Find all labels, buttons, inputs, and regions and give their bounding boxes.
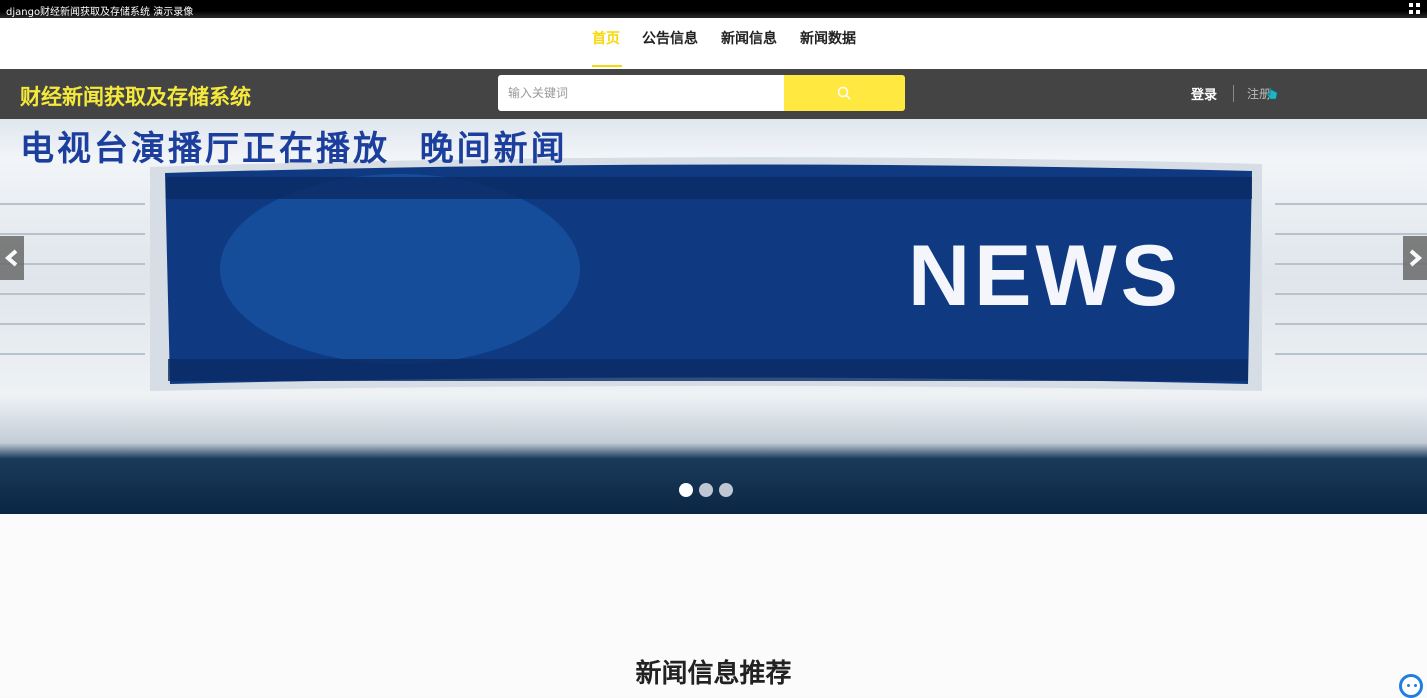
carousel-next-button[interactable] [1403,236,1427,280]
banner-image [0,157,1427,391]
chevron-left-icon [4,249,18,267]
header-divider [1233,85,1234,102]
banner-screen-text: NEWS [908,228,1182,324]
window-title-bar: django财经新闻获取及存储系统 演示录像 [0,0,1427,18]
carousel-dot-2[interactable] [699,483,713,497]
hand-cursor-icon [1266,87,1278,100]
fullscreen-icon[interactable] [1409,3,1421,15]
nav-announcements[interactable]: 公告信息 [642,28,698,48]
carousel-prev-button[interactable] [0,236,24,280]
chevron-right-icon [1409,249,1423,267]
site-brand[interactable]: 财经新闻获取及存储系统 [20,81,251,111]
carousel-dot-1[interactable] [679,483,693,497]
search-button[interactable] [784,75,905,111]
chat-bot-icon[interactable] [1399,674,1423,698]
nav-news-info[interactable]: 新闻信息 [721,28,777,48]
carousel-dot-3[interactable] [719,483,733,497]
search-icon [837,86,851,100]
banner-carousel[interactable]: 电视台演播厅正在播放 晚间新闻 NEWS [0,119,1427,514]
header-bar: 财经新闻获取及存储系统 登录 注册 [0,69,1427,119]
section-title: 新闻信息推荐 [635,659,792,689]
search-input[interactable] [498,75,784,111]
window-title: django财经新闻获取及存储系统 演示录像 [6,7,194,18]
nav-news-data[interactable]: 新闻数据 [800,28,856,48]
login-link[interactable]: 登录 [1191,84,1217,103]
active-nav-underline [592,65,622,67]
nav-home[interactable]: 首页 [592,28,620,48]
banner-headline: 电视台演播厅正在播放 晚间新闻 [20,129,568,169]
top-navigation: 首页 公告信息 新闻信息 新闻数据 [0,18,1427,69]
news-recommend-section: 新闻信息推荐 [0,514,1427,695]
